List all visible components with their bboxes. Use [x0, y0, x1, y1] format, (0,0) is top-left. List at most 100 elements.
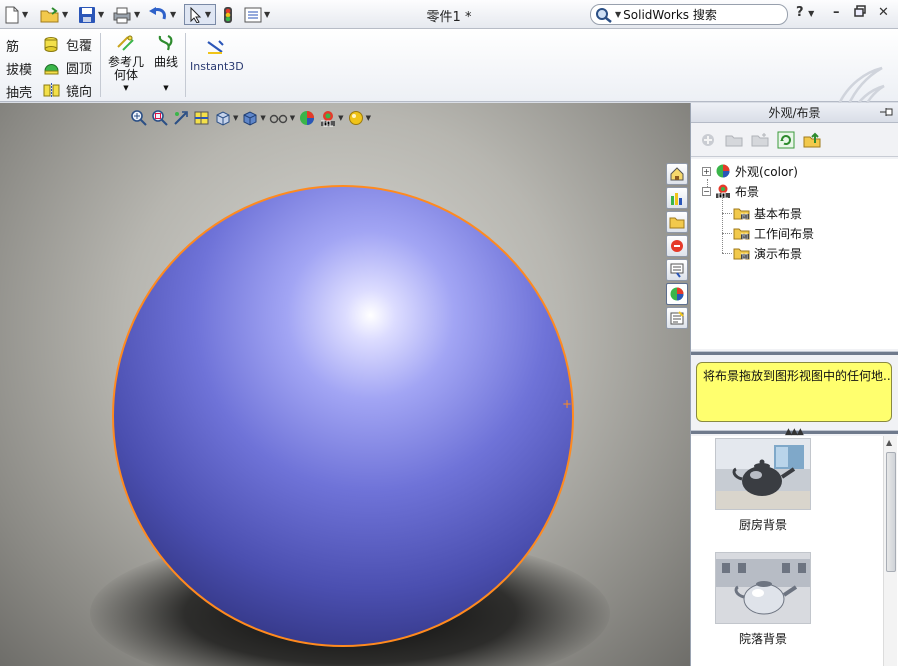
tree-item-presentation-scenes[interactable]: 演示布景: [733, 244, 802, 262]
shell-button[interactable]: 抽壳: [6, 82, 32, 101]
previous-view-button[interactable]: [172, 108, 190, 128]
undo-button[interactable]: ▼: [148, 4, 176, 25]
pane-splitter[interactable]: [691, 351, 898, 355]
chevron-down-icon[interactable]: ▼: [106, 84, 146, 92]
draft-button[interactable]: 拔模: [6, 59, 32, 78]
open-button[interactable]: ▼: [40, 4, 68, 25]
scroll-thumb[interactable]: [886, 452, 896, 572]
scene-icon: [321, 111, 336, 127]
mirror-icon: [43, 83, 60, 98]
print-button[interactable]: ▼: [112, 4, 140, 25]
tab-custom-properties[interactable]: [666, 307, 688, 329]
wrap-button[interactable]: 包覆: [43, 35, 92, 54]
view-settings-button[interactable]: ▼: [347, 108, 371, 128]
view-orientation-button[interactable]: ▼: [214, 108, 238, 128]
gallery-scrollbar[interactable]: ▲: [883, 436, 897, 666]
zoom-area-button[interactable]: [151, 108, 169, 128]
close-button[interactable]: ✕: [878, 5, 889, 20]
instant3d-label: Instant3D: [190, 60, 244, 73]
glasses-icon: [269, 114, 287, 124]
graphics-viewport[interactable]: ▼ ▼ ▼ ▼ ▼ +: [0, 103, 690, 666]
tab-resources[interactable]: [666, 163, 688, 185]
tab-file-explorer[interactable]: [666, 211, 688, 233]
save-button[interactable]: ▼: [78, 4, 104, 25]
new-folder-icon[interactable]: [751, 131, 769, 149]
wrap-label: 包覆: [66, 39, 93, 54]
curve-icon: [158, 34, 173, 51]
open-folder-icon: [40, 6, 59, 22]
section-view-button[interactable]: [193, 108, 211, 128]
search-input[interactable]: ▼ SolidWorks 搜索: [590, 4, 788, 25]
collapse-icon[interactable]: −: [702, 186, 711, 196]
refresh-icon[interactable]: [777, 131, 795, 149]
scene-folder-icon: [733, 208, 750, 220]
curves-label: 曲线: [153, 55, 178, 69]
tree-item-appearances[interactable]: + 外观(color): [702, 162, 798, 180]
tree-connector: [722, 197, 723, 253]
restore-icon: [854, 5, 866, 17]
search-icon: [596, 7, 612, 23]
select-button[interactable]: ▼: [184, 4, 216, 25]
tree-item-label: 工作间布景: [754, 226, 815, 241]
tree-item-label: 演示布景: [754, 246, 803, 261]
scene-gallery: 厨房背景 院落背景 ▲: [691, 436, 898, 666]
open-folder-icon[interactable]: [725, 131, 743, 149]
search-placeholder: SolidWorks 搜索: [623, 8, 717, 22]
scene-icon: [716, 184, 730, 199]
help-label: ?: [796, 5, 804, 20]
display-style-button[interactable]: ▼: [241, 108, 266, 128]
mirror-button[interactable]: 镜向: [43, 81, 92, 100]
options-button[interactable]: ▼: [244, 4, 270, 25]
appearance-tree: + 外观(color) − 布景 基本布景 工作间布景 演示布景: [691, 159, 898, 349]
courtyard-scene-thumbnail[interactable]: [715, 552, 811, 624]
display-style-icon: [243, 111, 257, 126]
tree-item-label: 布景: [735, 184, 760, 199]
pin-button[interactable]: [879, 105, 895, 125]
title-bar: ▼ ▼ ▼ ▼ ▼ ▼ ▼ 零件1 * ▼ SolidWorks 搜索 ? ▼ …: [0, 0, 898, 29]
edit-appearance-button[interactable]: [298, 108, 316, 128]
options-list-icon: [244, 7, 262, 22]
apply-scene-button[interactable]: ▼: [319, 108, 344, 128]
reference-geometry-button[interactable]: 参考几 何体 ▼: [106, 33, 146, 92]
kitchen-scene-label: 厨房背景: [738, 518, 787, 532]
restore-button[interactable]: [854, 5, 866, 21]
tab-view-palette[interactable]: [666, 259, 688, 281]
home-icon: [670, 167, 684, 181]
search-results-icon: [671, 240, 683, 252]
pin-icon: [880, 108, 893, 116]
task-pane-tabs: [666, 163, 690, 331]
tree-item-label: 外观(color): [735, 164, 798, 179]
instant3d-button[interactable]: Instant3D: [190, 39, 244, 73]
drag-hint: 将布景拖放到图形视图中的任何地...: [696, 362, 892, 422]
undo-icon: [149, 6, 166, 19]
sphere-model[interactable]: [112, 185, 574, 647]
up-folder-icon[interactable]: [803, 131, 821, 149]
section-view-icon: [194, 111, 209, 125]
tree-item-label: 基本布景: [754, 206, 803, 221]
reference-geometry-label-2: 何体: [113, 68, 138, 82]
view-settings-icon: [348, 111, 363, 125]
tab-search[interactable]: [666, 235, 688, 257]
minimize-button[interactable]: –: [833, 5, 840, 20]
view-palette-icon: [670, 263, 684, 278]
tree-item-scenes[interactable]: − 布景: [702, 182, 759, 200]
rebuild-button[interactable]: [222, 4, 234, 25]
teapot-courtyard-thumbnail: [716, 553, 810, 623]
zoom-to-fit-button[interactable]: [130, 108, 148, 128]
expand-icon[interactable]: +: [702, 166, 711, 176]
appearance-icon: [300, 111, 315, 125]
tree-item-studio-scenes[interactable]: 工作间布景: [733, 224, 814, 242]
hide-show-items-button[interactable]: ▼: [269, 108, 295, 128]
new-document-button[interactable]: ▼: [4, 4, 28, 25]
curves-button[interactable]: 曲线 ▼: [150, 33, 182, 92]
kitchen-scene-thumbnail[interactable]: [715, 438, 811, 510]
help-button[interactable]: ? ▼: [796, 5, 814, 20]
tab-design-library[interactable]: [666, 187, 688, 209]
add-icon[interactable]: [699, 131, 717, 149]
dome-button[interactable]: 圆顶: [43, 58, 92, 77]
tab-appearances-scenes[interactable]: [666, 283, 688, 305]
scroll-up-icon[interactable]: ▲: [886, 438, 892, 447]
rib-button[interactable]: 筋: [6, 36, 19, 55]
chevron-down-icon[interactable]: ▼: [150, 84, 182, 92]
tree-item-basic-scenes[interactable]: 基本布景: [733, 204, 802, 222]
